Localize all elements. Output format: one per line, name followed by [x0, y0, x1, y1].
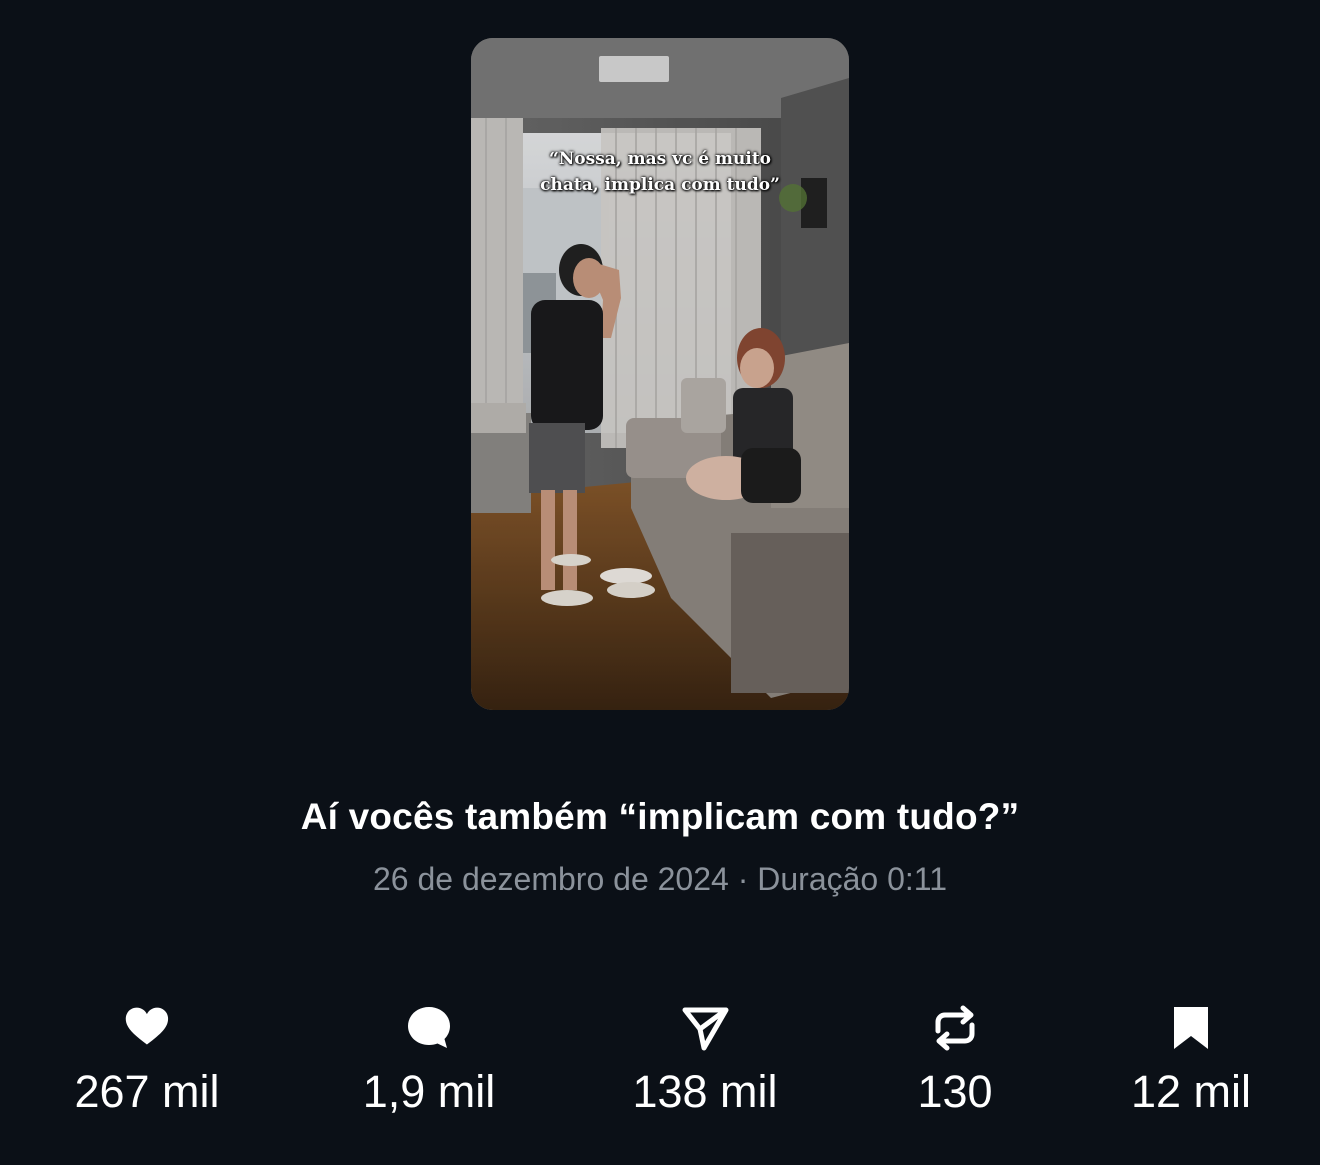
video-frame-illustration — [471, 38, 849, 710]
share-count: 138 mil — [632, 1066, 778, 1117]
post-duration: Duração 0:11 — [757, 861, 947, 897]
like-count: 267 mil — [74, 1066, 220, 1117]
bookmark-icon — [1174, 1007, 1208, 1049]
video-caption-line-2: chata, implica com tudo” — [540, 175, 780, 195]
comment-button[interactable]: 1,9 mil — [309, 1002, 549, 1118]
share-icon — [682, 1007, 729, 1051]
video-thumbnail[interactable]: “Nossa, mas vc é muito chata, implica co… — [471, 38, 849, 710]
post-title: Aí vocês também “implicam com tudo?” — [300, 796, 1020, 837]
meta-separator: · — [737, 861, 749, 897]
post-detail-page: “Nossa, mas vc é muito chata, implica co… — [0, 0, 1320, 1165]
like-button[interactable]: 267 mil — [27, 1002, 267, 1118]
share-button[interactable]: 138 mil — [585, 1002, 825, 1118]
bookmark-button[interactable]: 12 mil — [1071, 1002, 1311, 1118]
post-meta: 26 de dezembro de 2024 · Duração 0:11 — [0, 861, 1320, 898]
repost-button[interactable]: 130 — [835, 1002, 1075, 1118]
comment-count: 1,9 mil — [362, 1066, 496, 1117]
repost-icon — [935, 1005, 975, 1051]
video-caption-line-1: “Nossa, mas vc é muito — [548, 149, 772, 169]
heart-icon — [125, 1007, 169, 1045]
repost-count: 130 — [917, 1066, 993, 1117]
post-date: 26 de dezembro de 2024 — [372, 861, 729, 897]
bookmark-count: 12 mil — [1130, 1066, 1252, 1117]
video-caption: “Nossa, mas vc é muito chata, implica co… — [471, 146, 849, 198]
comment-icon — [408, 1007, 450, 1048]
